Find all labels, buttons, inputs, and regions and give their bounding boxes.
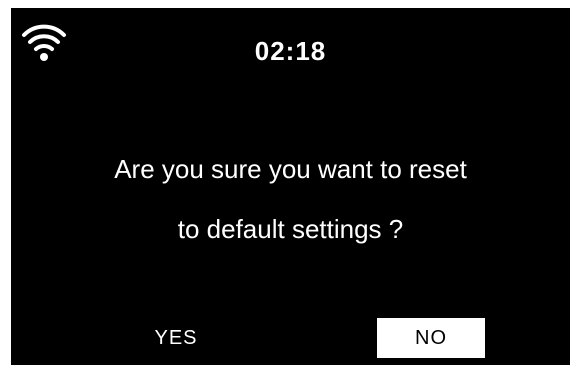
yes-option[interactable]: YES: [131, 318, 221, 358]
dialog-message-line1: Are you sure you want to reset: [114, 154, 467, 184]
dialog-message-line2: to default settings ?: [177, 214, 404, 244]
device-frame: 02:18 Are you sure you want to reset to …: [0, 0, 584, 365]
clock-time: 02:18: [254, 36, 327, 66]
display-screen: 02:18 Are you sure you want to reset to …: [11, 8, 570, 365]
no-option[interactable]: NO: [377, 318, 485, 358]
